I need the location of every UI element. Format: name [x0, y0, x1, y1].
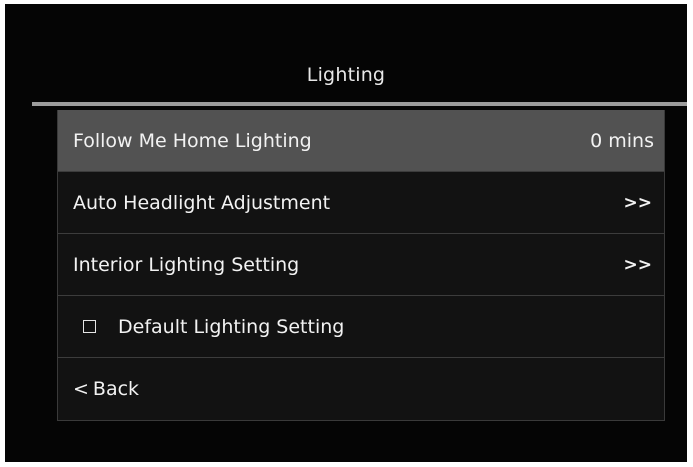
- menu-item-label: Auto Headlight Adjustment: [73, 191, 331, 214]
- menu-item-follow-me-home-lighting[interactable]: Follow Me Home Lighting 0 mins: [58, 110, 664, 172]
- double-chevron-right-icon: >>: [623, 192, 653, 213]
- page-title: Lighting: [306, 64, 386, 86]
- menu-item-interior-lighting-setting[interactable]: Interior Lighting Setting >>: [58, 234, 664, 296]
- menu-item-auto-headlight-adjustment[interactable]: Auto Headlight Adjustment >>: [58, 172, 664, 234]
- back-button[interactable]: < Back: [58, 358, 664, 420]
- back-label: Back: [92, 378, 140, 400]
- follow-me-home-duration-value: 0 mins: [590, 129, 654, 152]
- lighting-menu: Follow Me Home Lighting 0 mins Auto Head…: [57, 110, 665, 421]
- chevron-left-icon: <: [73, 378, 89, 400]
- menu-item-label: Default Lighting Setting: [118, 315, 345, 338]
- menu-item-label: Interior Lighting Setting: [73, 253, 300, 276]
- checkbox-unchecked-icon[interactable]: [83, 320, 96, 333]
- menu-item-default-lighting-setting[interactable]: Default Lighting Setting: [58, 296, 664, 358]
- menu-item-label: Follow Me Home Lighting: [73, 129, 312, 152]
- lighting-screen: Lighting Follow Me Home Lighting 0 mins …: [5, 4, 687, 462]
- title-divider: [32, 102, 687, 106]
- double-chevron-right-icon: >>: [623, 254, 653, 275]
